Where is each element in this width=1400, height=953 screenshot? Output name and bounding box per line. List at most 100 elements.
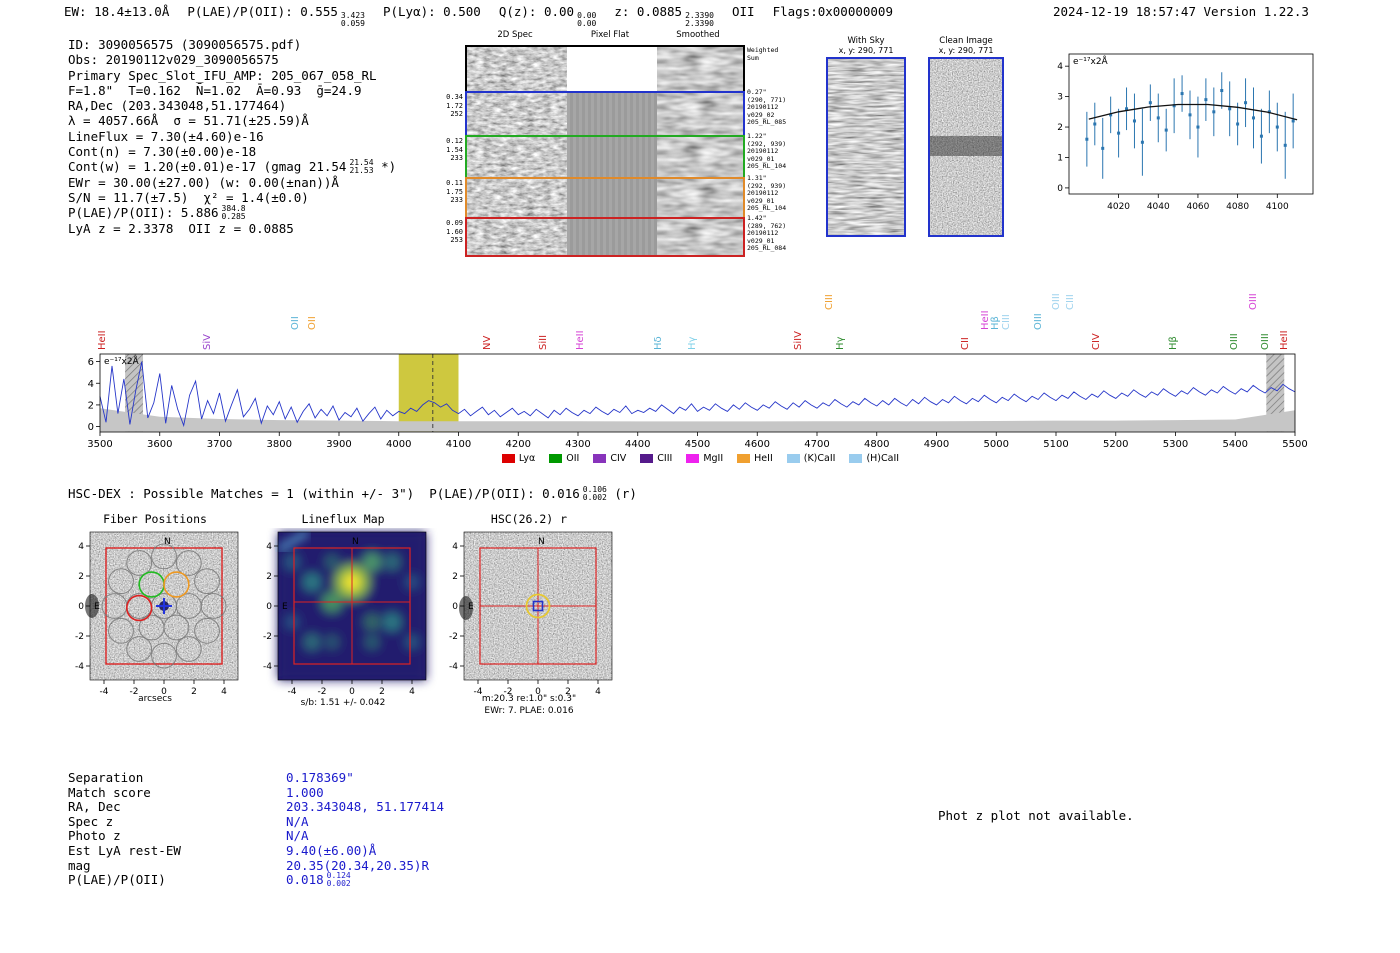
info-line: Cont(w) = 1.20(±0.01)e-17 (gmag 21.5421.… xyxy=(68,159,396,174)
info-line: Cont(n) = 7.30(±0.00)e-18 xyxy=(68,144,396,159)
stacked-uncertainty: 0.1240.002 xyxy=(327,872,351,887)
col-title-pixelflat: Pixel Flat xyxy=(565,30,655,40)
info-line: Primary Spec_Slot_IFU_AMP: 205_067_058_R… xyxy=(68,68,396,83)
svg-text:4: 4 xyxy=(1057,62,1063,72)
svg-text:5000: 5000 xyxy=(984,439,1009,450)
svg-text:E: E xyxy=(94,602,100,612)
strip-smoothed xyxy=(657,179,743,217)
weighted-sum-label: WeightedSum xyxy=(747,47,803,62)
table-row-label: Match score xyxy=(68,785,286,800)
amp-annotation: 1.31"(292, 939)20190112v029_01205_RL_104 xyxy=(747,175,803,213)
hsc-caption-1: m:20.3 re:1.0" s:0.3" xyxy=(434,694,624,704)
strip-pixelflat xyxy=(567,93,657,135)
svg-text:4080: 4080 xyxy=(1226,202,1249,212)
strip-smoothed xyxy=(657,137,743,177)
info-line: EWr = 30.00(±27.00) (w: 0.00(±nan))Å xyxy=(68,175,396,190)
legend-swatch xyxy=(640,454,653,463)
table-row-label: P(LAE)/P(OII) xyxy=(68,872,286,887)
svg-text:0: 0 xyxy=(78,602,84,612)
lineflux-map-panel: NE-4-4-2-2002244 xyxy=(246,528,440,696)
legend-item: (H)CaII xyxy=(849,453,899,464)
table-row-value: 20.35(20.34,20.35)R xyxy=(286,858,429,873)
legend-swatch xyxy=(737,454,750,463)
svg-text:3900: 3900 xyxy=(326,439,351,450)
header-stat: EW: 18.4±13.0Å xyxy=(64,4,169,19)
svg-text:4: 4 xyxy=(452,542,458,552)
header-stat: OII xyxy=(732,4,755,19)
svg-text:4300: 4300 xyxy=(565,439,590,450)
full-spectrum-plot: 3500360037003800390040004100420043004400… xyxy=(88,352,1313,452)
with-sky-xy: x, y: 290, 771 xyxy=(826,46,906,55)
svg-text:0: 0 xyxy=(452,602,458,612)
amp-annotation: 0.27"(290, 771)20190112v029_02205_RL_085 xyxy=(747,89,803,127)
svg-text:-4: -4 xyxy=(288,687,297,696)
spectrum-line-label: OIII xyxy=(1260,333,1271,350)
svg-text:3800: 3800 xyxy=(267,439,292,450)
svg-text:e⁻¹⁷x2Å: e⁻¹⁷x2Å xyxy=(104,355,140,367)
info-line: Obs: 20190112v029_3090056575 xyxy=(68,52,396,67)
svg-text:5300: 5300 xyxy=(1163,439,1188,450)
table-row-label: Photo z xyxy=(68,828,286,843)
table-row-label: Spec z xyxy=(68,814,286,829)
table-row: Separation0.178369" xyxy=(68,770,444,785)
svg-text:E: E xyxy=(282,602,288,612)
svg-text:3700: 3700 xyxy=(207,439,232,450)
header-stats-line: EW: 18.4±13.0ÅP(LAE)/P(OII): 0.5553.4230… xyxy=(64,4,893,27)
strip-2dspec xyxy=(467,179,567,217)
svg-text:N: N xyxy=(164,537,171,547)
fiber-positions-title: Fiber Positions xyxy=(60,512,250,526)
stacked-uncertainty: 21.5421.53 xyxy=(349,159,373,174)
svg-text:-2: -2 xyxy=(449,632,458,642)
table-row-label: mag xyxy=(68,858,286,873)
spectrum-line-label: HeII xyxy=(575,330,586,350)
clean-image xyxy=(928,57,1004,237)
svg-text:4100: 4100 xyxy=(1266,202,1289,212)
spectrum-line-label: HeII xyxy=(97,330,108,350)
table-row-value: 203.343048, 51.177414 xyxy=(286,799,444,814)
spectrum-line-label: SiII xyxy=(538,335,549,350)
svg-text:e⁻¹⁷x2Å: e⁻¹⁷x2Å xyxy=(1073,55,1109,67)
legend-item: (K)CaII xyxy=(787,453,836,464)
spectrum-line-label: Hγ xyxy=(687,337,698,350)
svg-text:0: 0 xyxy=(88,422,94,433)
svg-text:2: 2 xyxy=(266,572,272,582)
spec2d-row xyxy=(465,177,745,219)
catalog-match-table: Separation0.178369"Match score1.000RA, D… xyxy=(68,770,444,887)
fiber-xlabel: arcsecs xyxy=(60,694,250,704)
strip-pixelflat xyxy=(567,179,657,217)
spectrum-line-label: OII xyxy=(290,316,301,330)
spectrum-line-label: CIV xyxy=(1091,333,1102,350)
table-row: mag20.35(20.34,20.35)R xyxy=(68,858,444,873)
table-row: Photo zN/A xyxy=(68,828,444,843)
svg-text:0: 0 xyxy=(1057,184,1063,194)
svg-text:4: 4 xyxy=(88,379,94,390)
svg-text:5100: 5100 xyxy=(1043,439,1068,450)
spectrum-line-label: HeII xyxy=(1279,330,1290,350)
header-stat: z: 0.08852.33902.3390 xyxy=(614,4,714,27)
elixer-report-page: EW: 18.4±13.0ÅP(LAE)/P(OII): 0.5553.4230… xyxy=(0,0,1400,953)
spec2d-section: 2D Spec Pixel Flat Smoothed WeightedSum0… xyxy=(443,45,805,257)
stacked-uncertainty: 0.000.00 xyxy=(577,12,596,27)
info-line: RA,Dec (203.343048,51.177464) xyxy=(68,98,396,113)
amp-weight-values: 0.091.60253 xyxy=(443,219,463,245)
svg-text:4: 4 xyxy=(409,687,415,696)
stacked-uncertainty: 2.33902.3390 xyxy=(685,12,714,27)
svg-text:3: 3 xyxy=(1057,93,1063,103)
amp-weight-values: 0.111.75233 xyxy=(443,179,463,205)
table-row: P(LAE)/P(OII)0.0180.1240.002 xyxy=(68,872,444,887)
legend-swatch xyxy=(502,454,515,463)
spectrum-line-label: Hδ xyxy=(653,336,664,350)
hsc-cutout-title: HSC(26.2) r xyxy=(434,512,624,526)
svg-text:2: 2 xyxy=(452,572,458,582)
info-line: LyA z = 2.3378 OII z = 0.0885 xyxy=(68,221,396,236)
strip-2dspec xyxy=(467,137,567,177)
spectrum-line-label: OII xyxy=(307,316,318,330)
spectrum-line-label: OIII xyxy=(1229,333,1240,350)
svg-text:4400: 4400 xyxy=(625,439,650,450)
spectrum-line-label: Hγ xyxy=(835,337,846,350)
strip-2dspec xyxy=(467,93,567,135)
svg-text:2: 2 xyxy=(379,687,385,696)
spec2d-row xyxy=(465,91,745,137)
strip-pixelflat xyxy=(567,47,657,91)
table-row-value: N/A xyxy=(286,814,309,829)
